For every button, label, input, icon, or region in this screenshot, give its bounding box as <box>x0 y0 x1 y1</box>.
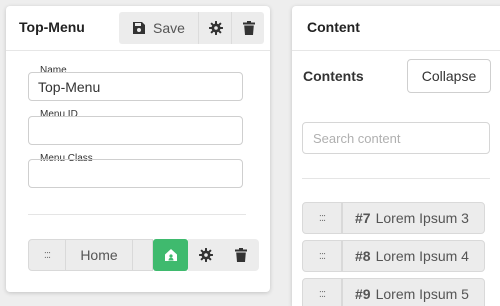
gear-icon <box>208 21 223 35</box>
search-content-input[interactable] <box>302 122 490 154</box>
menu-editor-header: Top-Menu Save <box>6 6 270 51</box>
divider <box>302 178 490 179</box>
content-item: ::: #9 Lorem Ipsum 5 <box>302 278 485 306</box>
content-item-label[interactable]: #8 Lorem Ipsum 4 <box>342 240 485 272</box>
floppy-disk-icon <box>133 22 146 34</box>
trash-icon <box>235 248 247 262</box>
menu-item-label[interactable]: Home <box>66 239 133 271</box>
save-label: Save <box>153 20 185 36</box>
home-icon <box>164 249 177 261</box>
menu-editor-panel: Top-Menu Save Name Top-Menu Menu ID Menu… <box>6 6 270 292</box>
drag-handle[interactable]: ::: <box>302 240 342 272</box>
menu-settings-button[interactable] <box>198 12 232 44</box>
menu-delete-button[interactable] <box>231 12 265 44</box>
collapse-button[interactable]: Collapse <box>407 59 491 93</box>
divider <box>28 214 246 215</box>
menu-id-field[interactable] <box>28 116 243 145</box>
contents-label: Contents <box>303 68 364 84</box>
content-item-title: Lorem Ipsum 4 <box>375 248 469 264</box>
content-header: Content <box>292 6 500 51</box>
content-title: Content <box>307 19 360 35</box>
menu-item-delete-button[interactable] <box>223 239 259 271</box>
content-item-label[interactable]: #9 Lorem Ipsum 5 <box>342 278 485 306</box>
menu-title: Top-Menu <box>19 19 85 35</box>
trash-icon <box>242 21 255 35</box>
menu-item-settings-button[interactable] <box>188 239 223 271</box>
content-item-title: Lorem Ipsum 3 <box>375 210 469 226</box>
drag-handle[interactable]: ::: <box>302 278 342 306</box>
save-button[interactable]: Save <box>119 12 198 44</box>
content-item-number: #7 <box>355 210 371 226</box>
drag-handle[interactable]: ::: <box>28 239 66 271</box>
menu-class-field[interactable] <box>28 159 243 188</box>
menu-item-home: ::: Home <box>28 239 259 271</box>
content-item-number: #8 <box>355 248 371 264</box>
content-panel: Content Contents Collapse ::: #7 Lorem I… <box>292 6 500 306</box>
menu-item-spacer <box>133 239 153 271</box>
content-item: ::: #8 Lorem Ipsum 4 <box>302 240 485 272</box>
gear-icon <box>198 248 213 262</box>
set-home-button[interactable] <box>153 239 188 271</box>
name-field[interactable]: Top-Menu <box>28 72 243 101</box>
drag-handle[interactable]: ::: <box>302 202 342 234</box>
content-item-label[interactable]: #7 Lorem Ipsum 3 <box>342 202 485 234</box>
content-item: ::: #7 Lorem Ipsum 3 <box>302 202 485 234</box>
header-actions: Save <box>119 12 264 44</box>
